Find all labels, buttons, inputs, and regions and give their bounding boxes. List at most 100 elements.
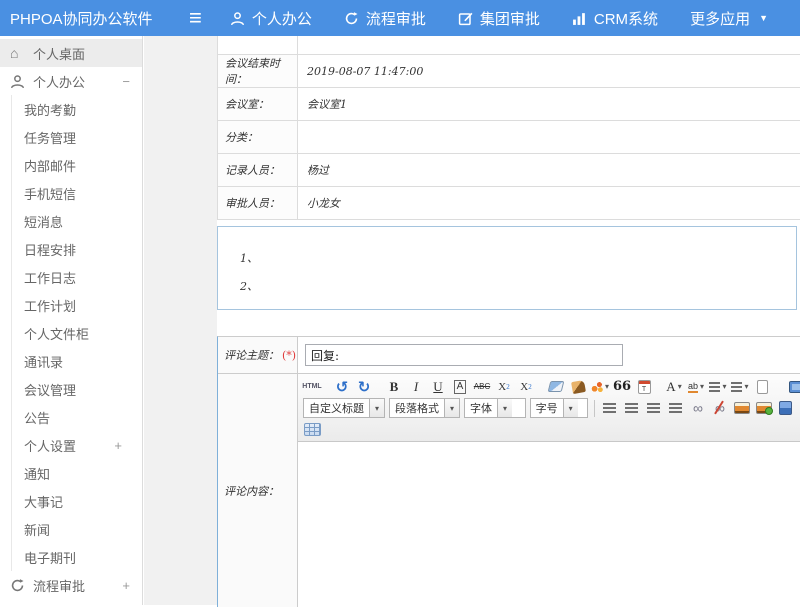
bold-button[interactable]: B (384, 377, 404, 396)
insert-link-icon[interactable]: ∞ (688, 399, 708, 418)
align-center-icon[interactable] (622, 399, 642, 418)
sidebar-item-流程审批[interactable]: 流程审批+ (0, 571, 142, 599)
sidebar-item-label: 日程安排 (24, 240, 76, 259)
ordered-list-button[interactable]: ▾ (708, 377, 728, 396)
hamburger-menu-icon[interactable]: ≡ (189, 7, 202, 29)
comment-content-label-text: 评论内容： (224, 483, 279, 499)
home-icon: ⌂ (10, 45, 27, 61)
new-page-icon[interactable] (752, 377, 772, 396)
sidebar-item-内部邮件[interactable]: 内部邮件 (12, 151, 142, 179)
sidebar-item-个人办公[interactable]: 个人办公− (0, 67, 142, 95)
sidebar-item-通知[interactable]: 通知 (12, 459, 142, 487)
chevron-down-icon: ▾ (369, 399, 384, 417)
italic-button[interactable]: I (406, 377, 426, 396)
sidebar-item-label: 电子期刊 (24, 548, 76, 567)
comment-subject-input[interactable] (305, 344, 623, 366)
redo-icon[interactable]: ↻ (354, 377, 374, 396)
top-nav: 个人办公 流程审批 集团审批 CRM系统 更多应用▼ (230, 8, 800, 29)
font-style-button[interactable]: A (450, 377, 470, 396)
heading-select[interactable]: 自定义标题▾ (303, 398, 385, 418)
nav-item-label: 集团审批 (480, 8, 540, 29)
undo-icon[interactable]: ↺ (332, 377, 352, 396)
chevron-down-icon: ▾ (497, 399, 512, 417)
sidebar-item-label: 通讯录 (24, 352, 63, 371)
main-area: 会议结束时间：2019-08-07 11:47:00会议室：会议室1分类：记录人… (144, 36, 800, 605)
nav-item-个人办公[interactable]: 个人办公 (230, 8, 312, 29)
sidebar-item-我的考勤[interactable]: 我的考勤 (12, 95, 142, 123)
html-source-button[interactable]: HTML (302, 377, 322, 396)
remove-link-icon[interactable]: ∞ (710, 399, 730, 418)
align-left-icon[interactable] (600, 399, 620, 418)
sidebar-item-label: 大事记 (24, 492, 63, 511)
subscript-button[interactable]: X2 (516, 377, 536, 396)
sidebar-item-label: 个人桌面 (33, 44, 85, 63)
sidebar-item-通讯录[interactable]: 通讯录 (12, 347, 142, 375)
nav-item-label: 流程审批 (366, 8, 426, 29)
sidebar-item-短消息[interactable]: 短消息 (12, 207, 142, 235)
eraser-icon[interactable] (546, 377, 566, 396)
insert-image-icon[interactable] (732, 399, 752, 418)
highlight-color-button[interactable]: ab▾ (686, 377, 706, 396)
autoformat-icon[interactable]: ▾ (590, 377, 610, 396)
strikethrough-button[interactable]: ABC (472, 377, 492, 396)
sidebar-item-公告[interactable]: 公告 (12, 403, 142, 431)
upload-image-icon[interactable] (754, 399, 774, 418)
expand-icon[interactable]: + (114, 438, 122, 453)
comment-subject-input-wrap (298, 337, 800, 373)
format-brush-icon[interactable] (568, 377, 588, 396)
fullscreen-icon[interactable] (787, 377, 800, 396)
form-row: 会议结束时间：2019-08-07 11:47:00 (218, 55, 800, 88)
sidebar-item-电子期刊[interactable]: 电子期刊 (12, 543, 142, 571)
align-right-icon[interactable] (644, 399, 664, 418)
sidebar-item-日程安排[interactable]: 日程安排 (12, 235, 142, 263)
sidebar-item-手机短信[interactable]: 手机短信 (12, 179, 142, 207)
sidebar-item-label: 工作日志 (24, 268, 76, 287)
sidebar-item-会议管理[interactable]: 会议管理 (12, 375, 142, 403)
paragraph-format-select[interactable]: 段落格式▾ (389, 398, 460, 418)
comment-subject-label-text: 评论主题： (224, 347, 279, 363)
align-justify-icon[interactable] (666, 399, 686, 418)
font-family-select[interactable]: 字体▾ (464, 398, 526, 418)
form-value (298, 121, 800, 153)
sidebar-item-个人设置[interactable]: 个人设置 + (12, 431, 142, 459)
sidebar-item-label: 任务管理 (24, 128, 76, 147)
sidebar-item-大事记[interactable]: 大事记 (12, 487, 142, 515)
editor-toolbar: HTML ↺ ↻ B I U A ABC X2 X2 (298, 374, 800, 442)
meeting-notes-box: 1、 2、 (217, 226, 797, 310)
comment-subject-row: 评论主题： (*) (218, 337, 800, 374)
sidebar-item-label: 手机短信 (24, 184, 76, 203)
sidebar-item-label: 个人设置 (24, 436, 76, 455)
sidebar-item-label: 短消息 (24, 212, 63, 231)
underline-button[interactable]: U (428, 377, 448, 396)
superscript-button[interactable]: X2 (494, 377, 514, 396)
form-label: 会议结束时间： (218, 55, 298, 87)
sidebar-item-新闻[interactable]: 新闻 (12, 515, 142, 543)
nav-item-label: 个人办公 (252, 8, 312, 29)
form-row: 审批人员：小龙女 (218, 187, 800, 220)
blockquote-icon[interactable]: 66 (612, 377, 632, 396)
unordered-list-button[interactable]: ▾ (730, 377, 750, 396)
sidebar-item-工作日志[interactable]: 工作日志 (12, 263, 142, 291)
font-color-button[interactable]: A▾ (664, 377, 684, 396)
comment-content-label: 评论内容： (218, 374, 298, 607)
expand-icon[interactable]: + (122, 578, 130, 593)
insert-media-icon[interactable] (776, 399, 796, 418)
sidebar-item-个人文件柜[interactable]: 个人文件柜 (12, 319, 142, 347)
sidebar-item-个人桌面[interactable]: ⌂ 个人桌面 (0, 39, 142, 67)
comment-subject-label: 评论主题： (*) (218, 337, 298, 373)
nav-item-集团审批[interactable]: 集团审批 (458, 8, 540, 29)
form-value: 杨过 (298, 154, 800, 186)
font-size-select[interactable]: 字号▾ (530, 398, 589, 418)
chevron-down-icon: ▾ (563, 399, 578, 417)
sidebar-item-任务管理[interactable]: 任务管理 (12, 123, 142, 151)
paste-text-icon[interactable]: T (634, 377, 654, 396)
sidebar-item-label: 我的考勤 (24, 100, 76, 119)
insert-table-icon[interactable] (302, 420, 322, 439)
nav-item-流程审批[interactable]: 流程审批 (344, 8, 426, 29)
sidebar-item-工作计划[interactable]: 工作计划 (12, 291, 142, 319)
editor-content-area[interactable] (298, 442, 800, 607)
collapse-icon[interactable]: − (122, 74, 130, 89)
sidebar-item-label: 工作计划 (24, 296, 76, 315)
nav-item-CRM系统[interactable]: CRM系统 (572, 8, 658, 29)
nav-item-更多应用[interactable]: 更多应用▼ (690, 8, 768, 29)
